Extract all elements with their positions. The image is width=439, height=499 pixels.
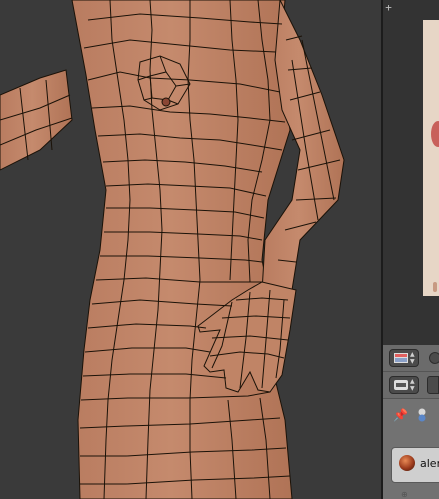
- add-slot-icon[interactable]: ⊕: [401, 490, 408, 499]
- context-icon: [394, 380, 408, 390]
- area-split-widget-right[interactable]: +: [383, 2, 394, 13]
- pin-icon[interactable]: 📌: [393, 409, 408, 421]
- image-editor[interactable]: + +: [383, 0, 439, 345]
- material-sphere-icon: [399, 455, 415, 471]
- chevron-updown-icon: ▲ ▼: [410, 351, 415, 365]
- material-slot-list[interactable]: alen: [391, 447, 439, 483]
- texture-speck: [433, 282, 437, 292]
- properties-header: ▲ ▼: [383, 345, 439, 372]
- character-mesh: [0, 0, 345, 499]
- properties-panel: ▲▼ ▲▼ 📌 alen ⊕: [383, 345, 439, 499]
- material-slot-name[interactable]: alen: [420, 457, 439, 470]
- material-data-icon: [418, 408, 426, 422]
- context-path-row: 📌: [383, 401, 439, 429]
- context-type-button[interactable]: ▲ ▼: [389, 376, 419, 394]
- context-extra-button[interactable]: [427, 376, 439, 394]
- texture-preview: [423, 20, 439, 296]
- editor-type-button[interactable]: ▲ ▼: [389, 349, 419, 367]
- vertex-marker: [161, 97, 171, 107]
- context-header: ▲ ▼: [383, 372, 439, 399]
- right-editor-region: + + ▲▼ ▲▼: [383, 0, 439, 499]
- 3d-viewport[interactable]: [0, 0, 381, 499]
- collapse-menu-icon[interactable]: [429, 352, 439, 364]
- chevron-updown-icon: ▲ ▼: [410, 378, 415, 392]
- editor-type-icon: [394, 353, 408, 363]
- texture-red-spot: [431, 121, 439, 147]
- left-arm: [0, 69, 73, 171]
